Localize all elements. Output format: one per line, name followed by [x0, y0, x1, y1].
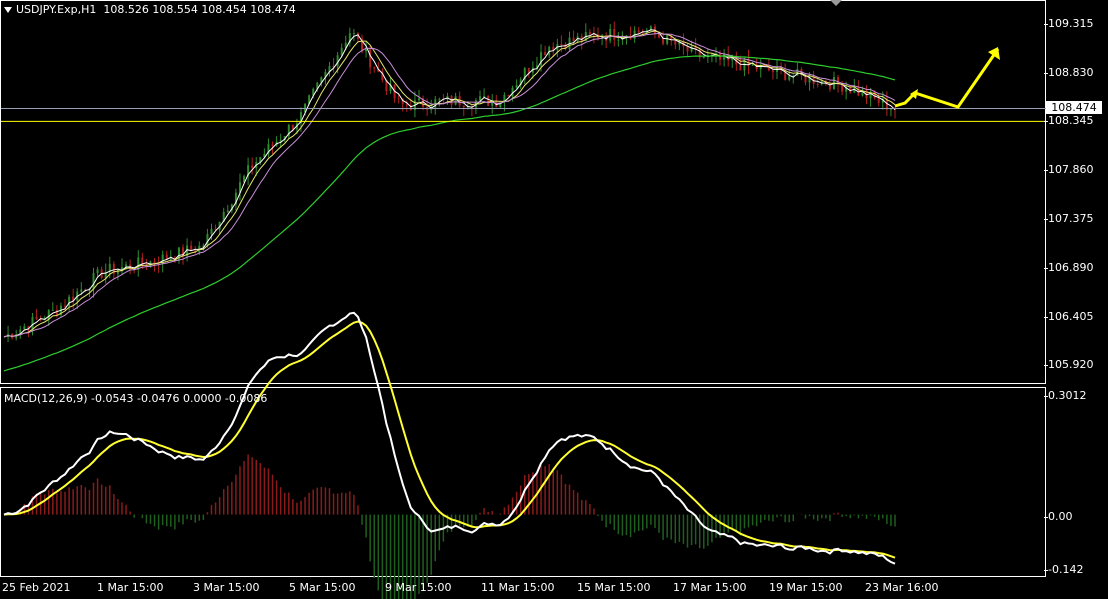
candle-body	[206, 234, 209, 246]
macd-indicator-label: MACD(12,26,9) -0.0543 -0.0476 0.0000 -0.…	[4, 392, 268, 405]
candle-body	[788, 76, 791, 80]
macd-tick: 0.3012	[1044, 389, 1087, 402]
candle-body	[739, 64, 742, 71]
candle-body	[483, 96, 486, 98]
candle-body	[397, 98, 400, 100]
candle-body	[405, 104, 408, 106]
macd-tick: 0.00	[1044, 510, 1073, 523]
candle-body	[637, 30, 640, 33]
time-label: 5 Mar 15:00	[289, 581, 356, 594]
ma-long-line	[3, 55, 896, 372]
candle-body	[889, 109, 892, 111]
ohlc-values: 108.526 108.554 108.454 108.474	[103, 3, 296, 16]
candle-body	[153, 261, 156, 264]
candle-body	[35, 317, 38, 320]
price-tick: 106.890	[1044, 261, 1094, 274]
symbol-label: USDJPY.Exp,H1	[16, 3, 97, 16]
candle-body	[373, 67, 376, 69]
candle-body	[251, 165, 254, 168]
candle-body	[417, 98, 420, 101]
candle-body	[527, 67, 530, 73]
candle-body	[816, 83, 819, 85]
candle-body	[169, 258, 172, 260]
price-tick: 108.345	[1044, 114, 1094, 127]
candle-body	[47, 310, 50, 320]
time-label: 17 Mar 15:00	[673, 581, 747, 594]
macd-main-line	[3, 311, 896, 565]
candle-body	[80, 289, 83, 292]
time-label: 3 Mar 15:00	[193, 581, 260, 594]
candle-body	[116, 269, 119, 274]
candle-body	[690, 46, 693, 52]
candle-body	[64, 305, 67, 307]
candle-body	[572, 37, 575, 42]
ma-fast-line	[3, 29, 896, 338]
candle-body	[515, 84, 518, 88]
price-tick: 105.920	[1044, 358, 1094, 371]
candle-body	[352, 33, 355, 35]
candle-body	[271, 144, 274, 146]
forecast-arrow-path	[894, 48, 1000, 109]
candle-body	[92, 273, 95, 289]
candle-body	[507, 94, 510, 97]
chart-canvas	[1, 21, 1046, 599]
time-label: 19 Mar 15:00	[769, 581, 843, 594]
candle-body	[369, 47, 372, 68]
candle-body	[51, 309, 54, 311]
macd-tick: -0.142	[1043, 563, 1084, 576]
price-tick: 107.860	[1044, 163, 1094, 176]
price-tick: 106.405	[1044, 310, 1094, 323]
ma-mid-line	[3, 30, 896, 338]
candle-body	[613, 28, 616, 40]
candle-body	[462, 105, 465, 108]
candle-body	[210, 228, 213, 235]
time-label: 25 Feb 2021	[2, 581, 71, 594]
time-label: 11 Mar 15:00	[481, 581, 555, 594]
candle-body	[226, 210, 229, 212]
candle-body	[771, 70, 774, 72]
time-label: 15 Mar 15:00	[577, 581, 651, 594]
current-price-label: 108.474	[1046, 101, 1102, 114]
candle-body	[544, 52, 547, 56]
chart-header: USDJPY.Exp,H1 108.526 108.554 108.454 10…	[4, 4, 296, 16]
candle-body	[23, 326, 26, 330]
candle-body	[617, 39, 620, 41]
chart-shift-icon[interactable]	[830, 0, 842, 6]
candle-body	[96, 269, 99, 274]
time-label: 1 Mar 15:00	[97, 581, 164, 594]
candle-body	[454, 96, 457, 105]
candle-body	[751, 64, 754, 66]
candle-body	[487, 96, 490, 106]
candle-body	[877, 97, 880, 103]
candle-body	[438, 99, 441, 101]
candle-body	[723, 54, 726, 60]
time-label: 9 Mar 15:00	[385, 581, 452, 594]
candle-body	[609, 28, 612, 41]
candle-body	[177, 247, 180, 261]
dropdown-triangle-icon[interactable]	[4, 7, 12, 13]
price-tick: 107.375	[1044, 212, 1094, 225]
candle-body	[674, 40, 677, 45]
price-tick: 108.830	[1044, 66, 1094, 79]
candle-body	[560, 44, 563, 46]
price-tick: 109.315	[1044, 17, 1094, 30]
candle-body	[190, 245, 193, 251]
candle-body	[702, 57, 705, 59]
candle-body	[873, 91, 876, 98]
candle-body	[588, 31, 591, 35]
time-label: 23 Mar 16:00	[865, 581, 939, 594]
forecast-arrow-head	[988, 47, 1000, 60]
ma-slow-line	[3, 32, 896, 338]
candle-body	[479, 96, 482, 101]
